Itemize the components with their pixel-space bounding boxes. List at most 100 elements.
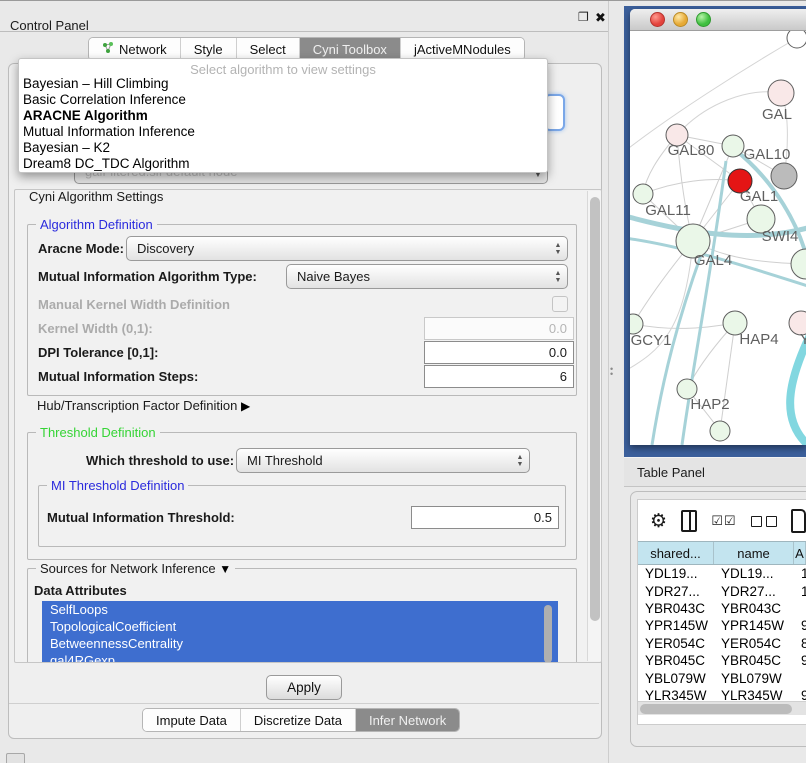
checked-boxes-icon[interactable]: ☑☑	[711, 513, 736, 529]
table-column-header[interactable]: A	[794, 542, 806, 564]
mi-steps-label: Mutual Information Steps:	[38, 369, 198, 384]
network-node[interactable]	[633, 184, 653, 204]
algorithm-popup-item[interactable]: ARACNE Algorithm	[19, 108, 547, 124]
algorithm-popup-item[interactable]: Basic Correlation Inference	[19, 92, 547, 108]
minimize-traffic-light-icon[interactable]	[673, 12, 688, 27]
table-horizontal-scrollbar[interactable]	[638, 701, 806, 715]
hub-definition-toggle[interactable]: Hub/Transcription Factor Definition ▶	[37, 398, 250, 413]
data-attribute-item[interactable]: TopologicalCoefficient	[42, 618, 558, 635]
tab-jactivemnodules-label: jActiveMNodules	[414, 42, 511, 57]
network-node[interactable]	[791, 249, 806, 279]
aracne-mode-value: Discovery	[127, 241, 549, 256]
which-threshold-value: MI Threshold	[237, 453, 511, 468]
close-traffic-light-icon[interactable]	[650, 12, 665, 27]
network-node[interactable]	[771, 163, 797, 189]
control-panel-title: Control Panel	[10, 18, 89, 33]
tab-cyni-toolbox[interactable]: Cyni Toolbox	[300, 38, 401, 60]
table-cell: 8.	[794, 635, 806, 652]
gear-icon[interactable]: ⚙	[650, 510, 667, 533]
manual-kernel-checkbox[interactable]	[552, 296, 568, 312]
mi-threshold-field[interactable]: 0.5	[411, 506, 559, 529]
table-cell: 13	[794, 565, 806, 582]
algorithm-popup-item[interactable]: Dream8 DC_TDC Algorithm	[19, 156, 547, 172]
mi-type-value: Naive Bayes	[287, 269, 549, 284]
table-body: YDL19...YDL19...13YDR27...YDR27...12YBR0…	[638, 565, 806, 709]
network-node[interactable]	[722, 135, 744, 157]
table-cell: YBR043C	[714, 600, 794, 617]
table-row[interactable]: YDR27...YDR27...12	[638, 582, 806, 599]
algorithm-popup-item[interactable]: Bayesian – Hill Climbing	[19, 76, 547, 92]
network-node-label: GAL11	[645, 202, 691, 219]
algorithm-popup-item[interactable]: Mutual Information Inference	[19, 124, 547, 140]
table-cell: YBR043C	[638, 600, 714, 617]
network-window-titlebar[interactable]	[630, 9, 806, 31]
zoom-traffic-light-icon[interactable]	[696, 12, 711, 27]
apply-button[interactable]: Apply	[266, 675, 342, 700]
table-row[interactable]: YPR145WYPR145W9.	[638, 617, 806, 634]
table-cell	[794, 669, 806, 686]
network-node-label: HAP2	[690, 396, 729, 413]
tab-cyni-toolbox-label: Cyni Toolbox	[313, 42, 387, 57]
manual-kernel-label: Manual Kernel Width Definition	[38, 297, 230, 312]
table-column-header[interactable]: name	[714, 542, 794, 564]
mi-steps-field[interactable]: 6	[424, 365, 574, 388]
dpi-tolerance-field[interactable]: 0.0	[424, 341, 574, 364]
table-column-header[interactable]: shared...	[638, 542, 714, 564]
splitter-handle-icon[interactable]: ••	[610, 367, 618, 379]
tab-impute-data[interactable]: Impute Data	[143, 709, 241, 731]
table-panel-titlebar: Table Panel	[624, 457, 806, 487]
tab-infer-network[interactable]: Infer Network	[356, 709, 459, 731]
tab-network[interactable]: Network	[89, 38, 181, 60]
which-threshold-label: Which threshold to use:	[86, 453, 234, 468]
table-row[interactable]: YBL079WYBL079W	[638, 669, 806, 686]
mi-threshold-group-title: MI Threshold Definition	[47, 478, 188, 493]
data-attributes-list: SelfLoopsTopologicalCoefficientBetweenne…	[42, 601, 558, 663]
aracne-mode-label: Aracne Mode:	[38, 241, 124, 256]
tab-discretize-data-label: Discretize Data	[254, 713, 342, 728]
unchecked-boxes-icon[interactable]	[751, 516, 777, 527]
table-cell: YDR27...	[638, 582, 714, 599]
network-node-label: GCY1	[631, 332, 672, 349]
tab-discretize-data[interactable]: Discretize Data	[241, 709, 356, 731]
network-node-label: GAL10	[744, 146, 791, 163]
table-cell: YDL19...	[638, 565, 714, 582]
table-row[interactable]: YBR045CYBR045C9.	[638, 652, 806, 669]
tab-select[interactable]: Select	[237, 38, 300, 60]
tab-jactivemnodules[interactable]: jActiveMNodules	[401, 38, 524, 60]
network-node[interactable]	[768, 80, 794, 106]
split-columns-icon[interactable]	[681, 510, 697, 532]
algorithm-popup-item[interactable]: Bayesian – K2	[19, 140, 547, 156]
table-row[interactable]: YBR043CYBR043C	[638, 600, 806, 617]
kernel-width-value: 0.0	[549, 321, 567, 336]
table-cell: 9.	[794, 617, 806, 634]
which-threshold-combobox[interactable]: MI Threshold ▲▼	[236, 448, 530, 473]
network-node[interactable]	[710, 421, 730, 441]
settings-scrollbar[interactable]	[587, 191, 601, 661]
tab-style-label: Style	[194, 42, 223, 57]
tab-select-label: Select	[250, 42, 286, 57]
attributes-scrollbar[interactable]	[544, 601, 553, 663]
data-attribute-item[interactable]: gal4RGexp	[42, 652, 558, 663]
table-row[interactable]: YDL19...YDL19...13	[638, 565, 806, 582]
table-header-row: shared...nameA	[638, 541, 806, 565]
hub-definition-label: Hub/Transcription Factor Definition	[37, 398, 237, 413]
data-attribute-item[interactable]: SelfLoops	[42, 601, 558, 618]
network-canvas[interactable]: GALGAL80GAL10GAL1GAL11SWI4GAL4GCY1HAP4YH…	[630, 31, 806, 445]
table-cell: YBR045C	[638, 652, 714, 669]
aracne-mode-combobox[interactable]: Discovery ▲▼	[126, 236, 568, 261]
panel-splitter[interactable]	[608, 1, 609, 763]
table-row[interactable]: YER054CYER054C8.	[638, 635, 806, 652]
table-cell: YBL079W	[638, 669, 714, 686]
network-node[interactable]	[787, 31, 806, 48]
tab-style[interactable]: Style	[181, 38, 237, 60]
dpi-tolerance-value: 0.0	[549, 345, 567, 360]
table-cell	[794, 600, 806, 617]
sources-group-title[interactable]: Sources for Network Inference ▼	[36, 561, 235, 576]
algorithm-definition-title: Algorithm Definition	[36, 217, 157, 232]
document-icon[interactable]	[791, 509, 806, 533]
mi-type-combobox[interactable]: Naive Bayes ▲▼	[286, 264, 568, 289]
network-node[interactable]	[630, 314, 643, 334]
data-attribute-item[interactable]: BetweennessCentrality	[42, 635, 558, 652]
sources-group: Sources for Network Inference ▼ Data Att…	[27, 568, 577, 663]
network-node-label: GAL	[762, 106, 792, 123]
